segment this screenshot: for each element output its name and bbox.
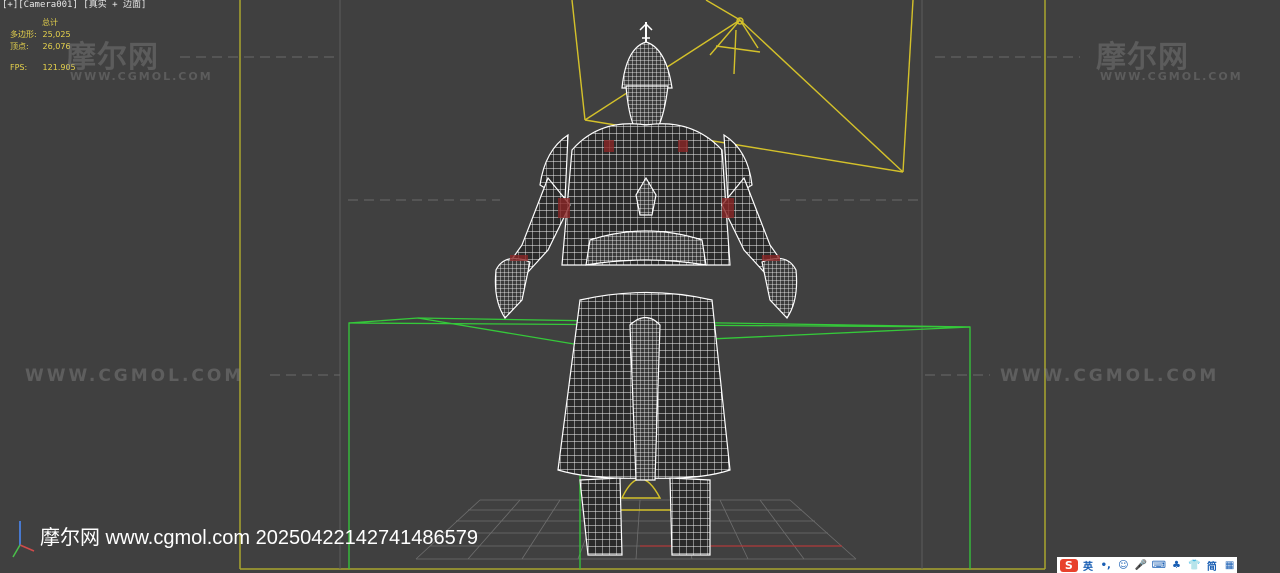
stats-polys-label: 多边形: xyxy=(10,30,37,39)
skin-icon[interactable]: 👕 xyxy=(1187,559,1202,572)
ime-toolbar[interactable]: S 英 •, ☺ 🎤 ⌨ ♣ 👕 简 ▦ xyxy=(1057,557,1237,573)
ground-grid xyxy=(415,499,857,560)
character-wireframe[interactable] xyxy=(494,22,798,556)
viewport-camera001[interactable]: [+][Camera001] [真实 + 边面] 总计 多边形: 25,025 … xyxy=(0,0,1280,573)
viewport-label[interactable]: [+][Camera001] [真实 + 边面] xyxy=(2,0,146,10)
watermark-url-small-right: WWW.CGMOL.COM xyxy=(1100,70,1243,83)
scene-canvas[interactable] xyxy=(0,0,1280,573)
menu-grid-icon[interactable]: ▦ xyxy=(1222,559,1237,572)
viewport-camera-name[interactable]: [Camera001] xyxy=(18,0,78,10)
emoji-icon[interactable]: ☺ xyxy=(1116,559,1131,572)
punctuation-icon[interactable]: •, xyxy=(1098,559,1113,572)
watermark-url-left: WWW.CGMOL.COM xyxy=(25,366,245,386)
stats-verts-label: 顶点: xyxy=(10,42,29,51)
watermark-url-small-left: WWW.CGMOL.COM xyxy=(70,70,213,83)
lang-toggle-icon[interactable]: 英 xyxy=(1081,559,1096,573)
watermark-bottom-text: 摩尔网 www.cgmol.com 20250422142741486579 xyxy=(40,527,479,549)
stats-total-label: 总计 xyxy=(42,18,58,27)
keyboard-icon[interactable]: ⌨ xyxy=(1151,559,1166,572)
axis-tripod-icon xyxy=(12,521,35,558)
stats-fps-label: FPS: xyxy=(10,63,28,72)
viewport-shading-mode[interactable]: [真实 + 边面] xyxy=(83,0,146,10)
microphone-icon[interactable]: 🎤 xyxy=(1134,559,1149,572)
viewport-menu-plus[interactable]: [+] xyxy=(2,0,18,10)
sogou-logo-icon[interactable]: S xyxy=(1060,559,1078,572)
tools-icon[interactable]: ♣ xyxy=(1169,559,1184,572)
simplified-icon[interactable]: 简 xyxy=(1205,559,1220,573)
watermark-url-right: WWW.CGMOL.COM xyxy=(1000,366,1220,386)
